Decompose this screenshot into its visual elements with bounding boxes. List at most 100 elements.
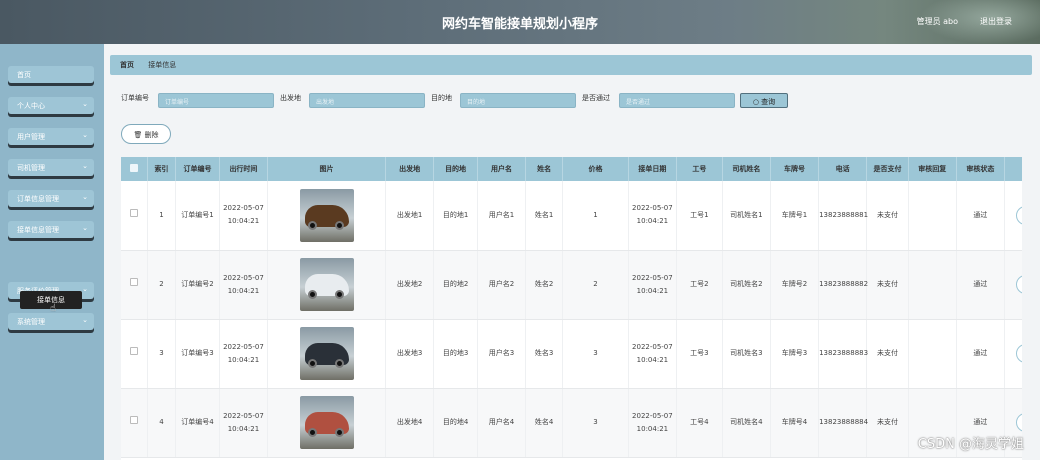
column-header: 工号 bbox=[676, 157, 723, 181]
car-image bbox=[299, 258, 354, 311]
row-checkbox[interactable] bbox=[129, 278, 138, 286]
order-no-label: 订单编号 bbox=[121, 94, 149, 102]
car-wheel bbox=[334, 428, 344, 437]
car-image-cell bbox=[267, 181, 387, 251]
cell-accept-date: 2022-05-07 10:04:21 bbox=[628, 319, 677, 389]
cell-order-no: 订单编号1 bbox=[175, 181, 220, 251]
column-header: 索引 bbox=[147, 157, 177, 181]
cell-review-reply bbox=[908, 319, 957, 389]
cell-index: 2 bbox=[147, 250, 177, 320]
select-all-header[interactable] bbox=[121, 157, 148, 181]
cell-origin: 出发地2 bbox=[385, 250, 435, 320]
car-wheel bbox=[307, 428, 317, 437]
detail-button[interactable]: ▤ 详情 bbox=[1016, 344, 1022, 363]
cell-index: 4 bbox=[147, 388, 177, 458]
car-wheel bbox=[334, 220, 344, 230]
car-image bbox=[299, 327, 354, 380]
query-button[interactable]: ○ 查询 bbox=[740, 93, 788, 108]
destination-input[interactable]: 目的地 bbox=[460, 93, 576, 108]
cell-job-no: 工号3 bbox=[676, 319, 723, 389]
cell-index: 3 bbox=[147, 319, 177, 389]
table-row[interactable]: 4 订单编号4 2022-05-07 10:04:21 出发地4 目的地4 用户名4 姓名4… bbox=[121, 388, 1022, 458]
row-select-cell[interactable] bbox=[121, 388, 148, 458]
cell-username: 用户名4 bbox=[477, 388, 527, 458]
car-wheel bbox=[307, 359, 317, 368]
sidebar-item[interactable]: 接单信息管理 ⌄ bbox=[8, 221, 94, 238]
chevron-down-icon: ⌄ bbox=[82, 285, 88, 293]
cell-travel-time: 2022-05-07 10:04:21 bbox=[219, 319, 269, 389]
breadcrumb: 首页 接单信息 bbox=[110, 55, 1032, 75]
cell-phone: 13823888884 bbox=[818, 388, 868, 458]
app-title: 网约车智能接单规划小程序 bbox=[441, 17, 598, 32]
cell-driver-name: 司机姓名4 bbox=[722, 388, 771, 458]
user-name[interactable]: 管理员 abo bbox=[917, 16, 958, 27]
chevron-down-icon: ⌄ bbox=[82, 100, 88, 108]
column-header: 用户名 bbox=[477, 157, 527, 181]
cell-travel-time: 2022-05-07 10:04:21 bbox=[219, 388, 269, 458]
cell-destination: 目的地2 bbox=[433, 250, 478, 320]
detail-button[interactable]: ▤ 详情 bbox=[1016, 205, 1022, 225]
column-header: 订单编号 bbox=[175, 157, 220, 181]
cell-accept-date: 2022-05-07 10:04:21 bbox=[628, 250, 677, 320]
car-image bbox=[299, 396, 354, 449]
cell-order-no: 订单编号2 bbox=[175, 250, 220, 320]
cell-origin: 出发地3 bbox=[385, 319, 435, 389]
chevron-down-icon: ⌄ bbox=[82, 316, 88, 324]
row-checkbox[interactable] bbox=[129, 416, 138, 424]
breadcrumb-home[interactable]: 首页 bbox=[120, 61, 134, 69]
column-header: 接单日期 bbox=[628, 157, 677, 181]
query-button-label: 查询 bbox=[761, 98, 776, 106]
detail-button[interactable]: ▤ 详情 bbox=[1016, 413, 1022, 432]
sidebar-item[interactable]: 订单信息管理 ⌄ bbox=[8, 190, 94, 207]
cell-job-no: 工号4 bbox=[676, 388, 723, 458]
select-all-checkbox[interactable] bbox=[129, 164, 138, 172]
row-select-cell[interactable] bbox=[121, 250, 148, 320]
sidebar-item[interactable]: 首页 bbox=[8, 66, 94, 83]
cell-review-status: 通过 bbox=[956, 319, 1005, 389]
hand-cursor-icon: ☝ bbox=[50, 303, 57, 314]
row-checkbox[interactable] bbox=[129, 208, 138, 217]
sidebar-item-label: 系统管理 bbox=[17, 318, 45, 326]
cell-index: 1 bbox=[147, 181, 177, 251]
sidebar-item[interactable]: 系统管理 ⌄ bbox=[8, 313, 94, 330]
column-header: 审核回复 bbox=[908, 157, 957, 181]
table-row[interactable]: 1 订单编号1 2022-05-07 10:04:21 出发地1 目的地1 用户名1 姓名1… bbox=[121, 181, 1022, 251]
origin-input[interactable]: 出发地 bbox=[309, 93, 425, 108]
detail-button[interactable]: ▤ 详情 bbox=[1016, 275, 1022, 294]
sidebar-item[interactable]: 个人中心 ⌄ bbox=[8, 97, 94, 114]
cell-username: 用户名3 bbox=[477, 319, 527, 389]
row-actions: ▤ 详情✎ 修 bbox=[1004, 319, 1022, 389]
cell-job-no: 工号1 bbox=[676, 181, 723, 251]
table-row[interactable]: 3 订单编号3 2022-05-07 10:04:21 出发地3 目的地3 用户名3 姓名3… bbox=[121, 319, 1022, 389]
cell-phone: 13823888883 bbox=[818, 319, 868, 389]
cell-name: 姓名2 bbox=[525, 250, 564, 320]
chevron-down-icon: ⌄ bbox=[82, 193, 88, 201]
cell-username: 用户名1 bbox=[477, 181, 527, 251]
sidebar-item[interactable]: 司机管理 ⌄ bbox=[8, 159, 94, 176]
order-no-input[interactable]: 订单编号 bbox=[158, 93, 274, 108]
cell-order-no: 订单编号4 bbox=[175, 388, 220, 458]
cell-travel-time: 2022-05-07 10:04:21 bbox=[219, 181, 269, 251]
column-header: 审核状态 bbox=[956, 157, 1005, 181]
sidebar-item-label: 首页 bbox=[17, 71, 31, 79]
cell-destination: 目的地1 bbox=[433, 181, 478, 251]
approved-input[interactable]: 是否通过 bbox=[619, 93, 735, 108]
car-image-cell bbox=[267, 250, 387, 320]
cell-name: 姓名3 bbox=[525, 319, 564, 389]
cell-plate: 车牌号2 bbox=[770, 250, 820, 320]
approved-label: 是否通过 bbox=[582, 94, 610, 102]
row-checkbox[interactable] bbox=[129, 347, 138, 355]
row-select-cell[interactable] bbox=[121, 181, 148, 251]
row-select-cell[interactable] bbox=[121, 319, 148, 389]
delete-button[interactable]: 🗑 删除 bbox=[121, 124, 171, 144]
sidebar-item[interactable]: 用户管理 ⌄ bbox=[8, 128, 94, 145]
car-wheel bbox=[334, 359, 344, 368]
table-row[interactable]: 2 订单编号2 2022-05-07 10:04:21 出发地2 目的地2 用户名2 姓名2… bbox=[121, 250, 1022, 320]
column-header: 姓名 bbox=[525, 157, 564, 181]
watermark: CSDN @海灵学姐 bbox=[917, 437, 1024, 452]
column-header: 出行时间 bbox=[219, 157, 269, 181]
chevron-down-icon: ⌄ bbox=[82, 131, 88, 139]
sidebar-item-label: 用户管理 bbox=[17, 133, 45, 141]
logout-link[interactable]: 退出登录 bbox=[980, 16, 1012, 27]
order-table: 索引 订单编号 出行时间 图片 出发地 目的地 用户名 姓名 价格 接单日期 工号 司机姓名 车牌号 电话… bbox=[121, 157, 1022, 460]
